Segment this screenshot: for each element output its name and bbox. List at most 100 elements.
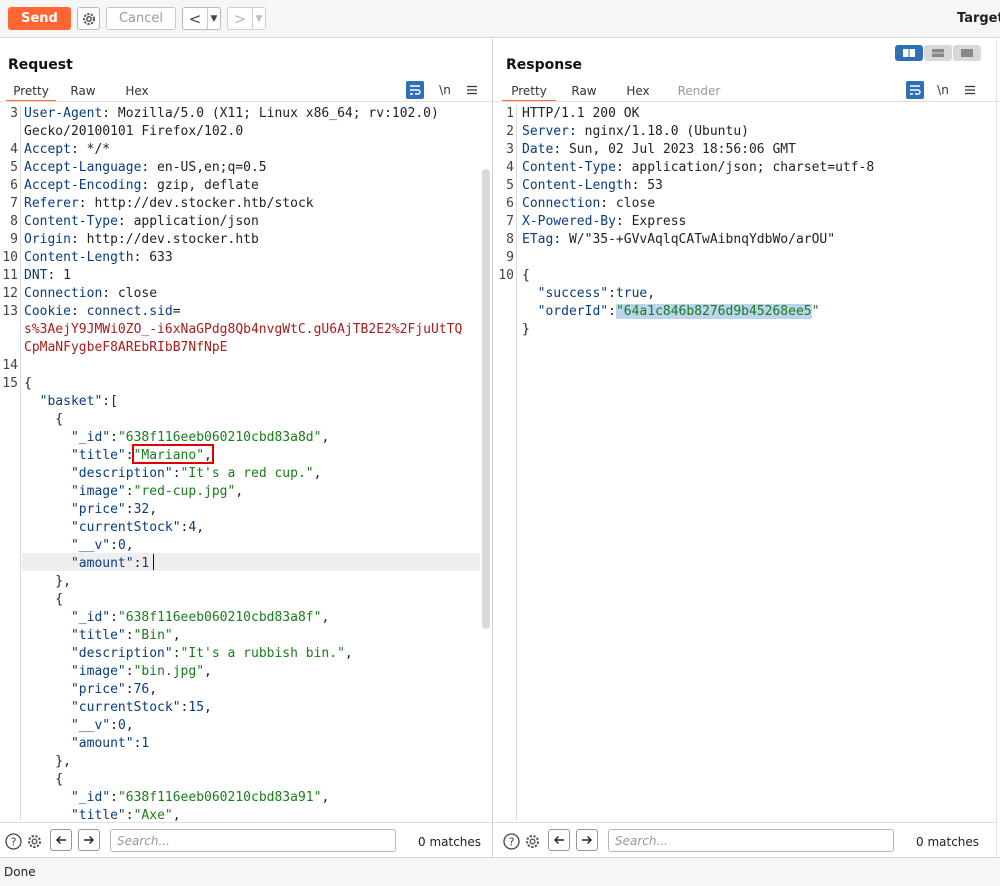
chevron-down-icon[interactable]: ▼: [207, 8, 220, 29]
search-settings-icon[interactable]: [25, 832, 43, 850]
token-text: : 633: [133, 250, 173, 265]
token-key: "amount": [70, 736, 134, 751]
menu-icon[interactable]: [961, 81, 979, 99]
token-key: "_id": [70, 790, 111, 805]
tab-raw[interactable]: Raw: [56, 82, 110, 102]
code-line: DNT: 1: [24, 267, 71, 285]
menu-icon[interactable]: [463, 81, 481, 99]
right-edge-panel: [996, 39, 1000, 857]
tab-hex[interactable]: Hex: [110, 82, 164, 102]
chevron-left-icon: <: [188, 9, 202, 28]
tab-raw[interactable]: Raw: [556, 82, 612, 102]
previous-match-button[interactable]: [548, 829, 570, 851]
token-text: ,: [172, 628, 181, 643]
code-line: Content-Type: application/json; charset=…: [522, 159, 874, 177]
response-pane: Response Pretty Raw Hex Render \n 1 HTTP/…: [494, 39, 1000, 857]
token-key: "success": [537, 286, 609, 301]
stacked-view-icon[interactable]: [924, 45, 952, 61]
code-line: {: [522, 267, 530, 285]
token-key: "description": [70, 646, 173, 661]
token-text: :: [125, 682, 134, 697]
token-text: Gecko/20100101 Firefox/102.0: [24, 124, 244, 139]
line-number: 3: [506, 142, 514, 157]
previous-match-button[interactable]: [50, 829, 72, 851]
line-number: 2: [506, 124, 514, 139]
back-button[interactable]: < ▼: [182, 7, 221, 30]
code-line: "currentStock":4,: [24, 519, 204, 537]
request-editor[interactable]: 3 User-Agent: Mozilla/5.0 (X11; Linux x86…: [0, 105, 480, 823]
help-icon[interactable]: ?: [4, 832, 22, 850]
token-text: :: [172, 646, 181, 661]
pretty-format-icon[interactable]: [906, 81, 924, 99]
token-text: =: [172, 304, 181, 319]
response-editor[interactable]: 1 HTTP/1.1 200 OK 2 Server: nginx/1.18.0 (U…: [494, 105, 994, 820]
code-line: {: [24, 591, 63, 609]
code-line: Referer: http://dev.stocker.htb/stock: [24, 195, 314, 213]
cancel-button[interactable]: Cancel: [106, 7, 176, 30]
line-number: 5: [506, 178, 514, 193]
side-by-side-view-icon[interactable]: [895, 45, 923, 61]
title-value-highlight-box: [132, 444, 214, 464]
token-key: 76: [133, 682, 150, 697]
token-text: : gzip, deflate: [141, 178, 259, 193]
code-line: "success":true,: [522, 285, 655, 303]
response-search-input[interactable]: [608, 829, 894, 852]
token-text: : Sun, 02 Jul 2023 18:56:06 GMT: [553, 142, 796, 157]
token-key: 15: [188, 700, 205, 715]
response-match-count: 0 matches: [916, 835, 980, 849]
request-search-input[interactable]: [110, 829, 396, 852]
token-key: Server: [522, 124, 569, 139]
token-text: :: [110, 610, 118, 625]
tab-divider: [0, 101, 492, 102]
help-icon[interactable]: ?: [502, 832, 520, 850]
token-key: ETag: [522, 232, 554, 247]
chevron-down-icon[interactable]: ▼: [252, 8, 265, 29]
next-match-button[interactable]: [576, 829, 598, 851]
svg-text:?: ?: [10, 835, 16, 848]
pretty-format-icon[interactable]: [406, 81, 424, 99]
token-text: : 53: [631, 178, 663, 193]
token-text: CpMaNFygbeF8AREbRIbB7NfNpE: [24, 340, 228, 355]
code-line: s%3AejY9JMWi0ZO_-i6xNaGPdg8Qb4nvgWtC.gU6…: [24, 321, 462, 339]
token-key: Content-Type: [24, 214, 118, 229]
newline-toggle-icon[interactable]: \n: [436, 81, 454, 99]
tab-pretty[interactable]: Pretty: [6, 82, 56, 102]
line-number: 10: [2, 250, 18, 265]
send-button[interactable]: Send: [8, 7, 71, 30]
tab-render[interactable]: Render: [664, 82, 734, 102]
gear-icon[interactable]: [77, 7, 100, 30]
code-line: Connection: close: [522, 195, 655, 213]
status-text: Done: [4, 865, 36, 879]
token-string: "638f116eeb060210cbd83a8f": [117, 610, 322, 625]
line-number: 4: [506, 160, 514, 175]
token-key: 0: [117, 538, 126, 553]
tab-hex[interactable]: Hex: [612, 82, 664, 102]
token-text: : 1: [47, 268, 71, 283]
next-match-button[interactable]: [78, 829, 100, 851]
tabbed-view-icon[interactable]: [953, 45, 981, 61]
token-text: s%3AejY9JMWi0ZO_-i6xNaGPdg8Qb4nvgWtC.gU6…: [24, 322, 463, 337]
token-text: :: [608, 286, 616, 301]
code-line: Content-Length: 633: [24, 249, 173, 267]
target-label: Target:: [957, 11, 1000, 26]
token-text: :: [110, 430, 118, 445]
request-scrollbar[interactable]: [482, 169, 490, 629]
forward-button[interactable]: > ▼: [227, 7, 266, 30]
tab-pretty[interactable]: Pretty: [502, 82, 556, 102]
token-key: "image": [70, 664, 126, 679]
code-line: }: [522, 321, 530, 339]
line-number: 8: [506, 232, 514, 247]
search-settings-icon[interactable]: [523, 832, 541, 850]
token-text: :: [125, 484, 134, 499]
token-key: true: [615, 286, 648, 301]
token-text: ,: [344, 646, 353, 661]
newline-toggle-icon[interactable]: \n: [934, 81, 952, 99]
line-number: 6: [10, 178, 18, 193]
